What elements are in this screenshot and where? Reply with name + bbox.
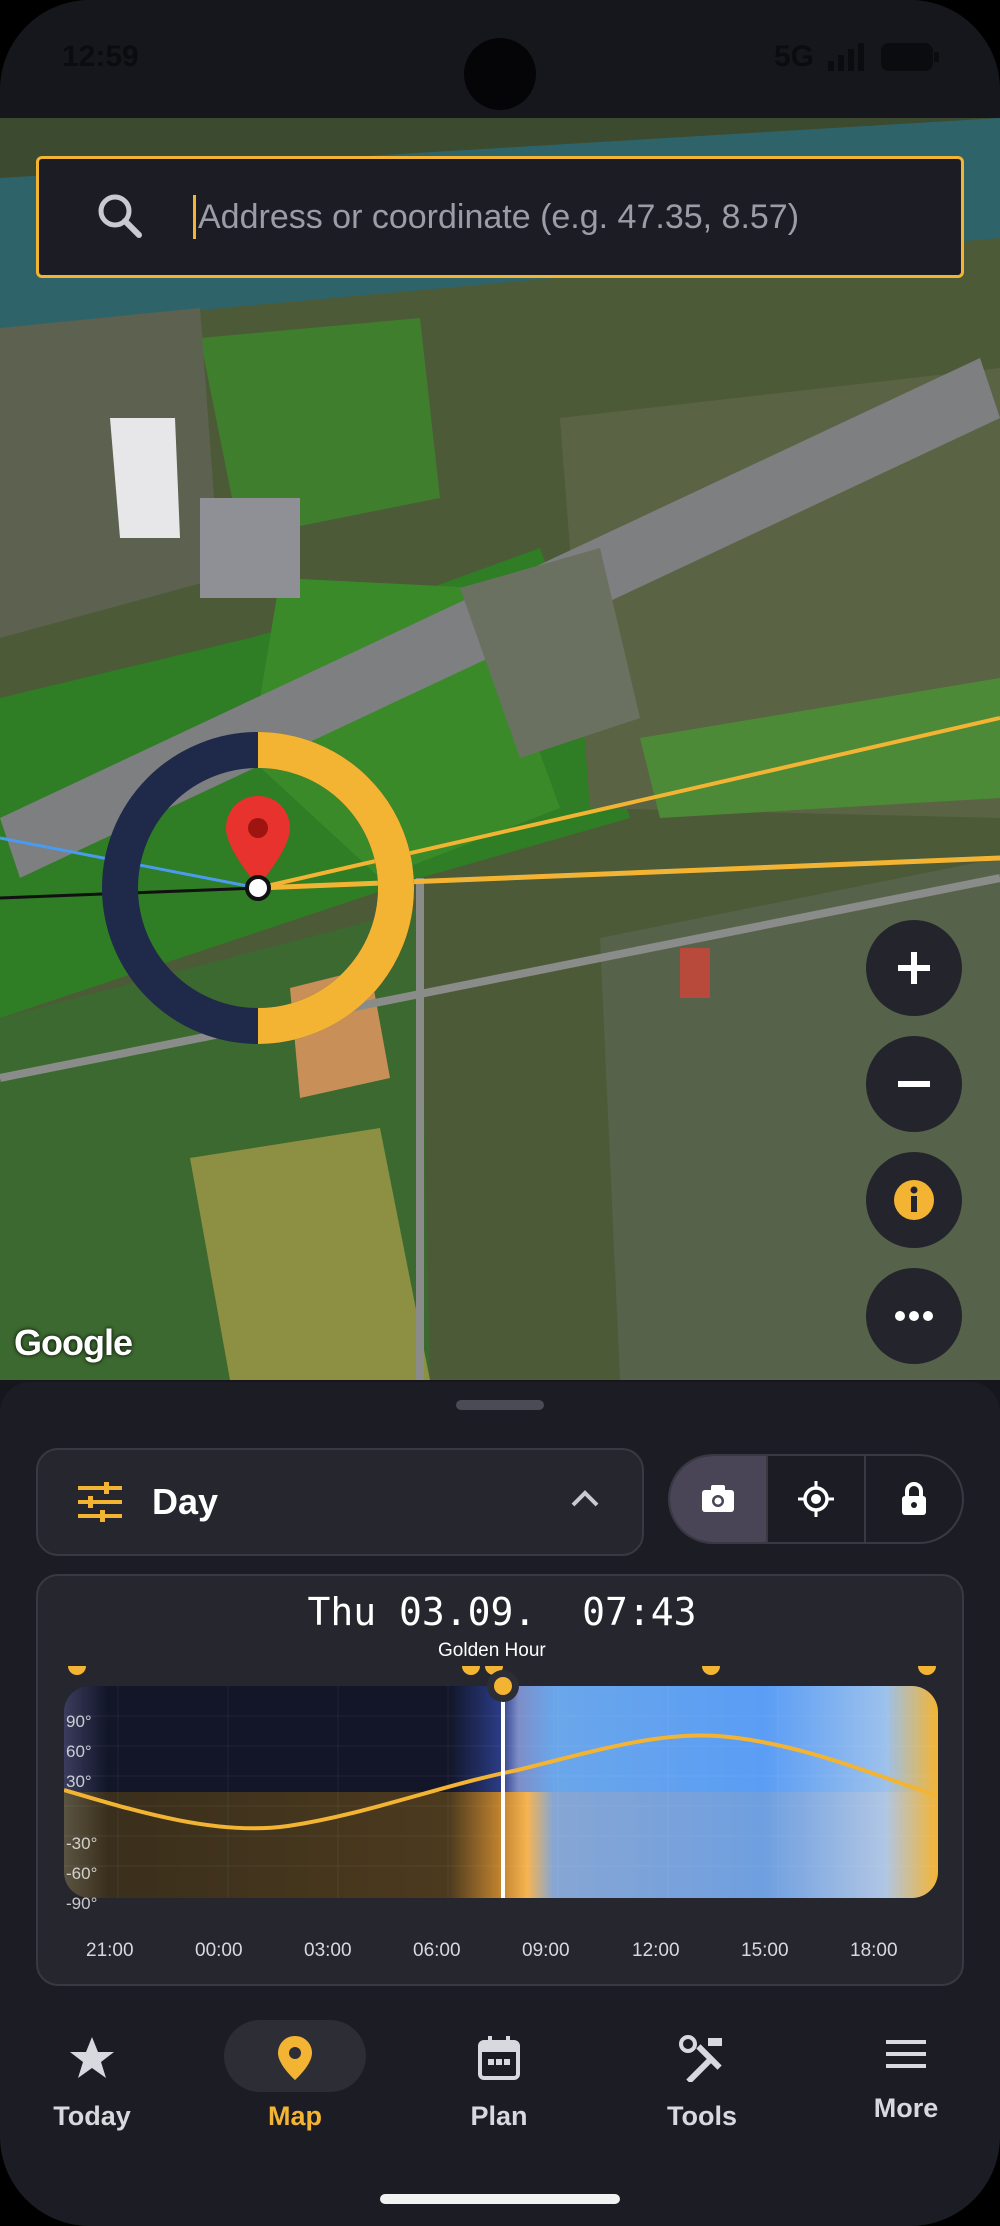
timeline-date: Thu 03.09.	[307, 1590, 537, 1634]
status-icons: 5G	[774, 40, 940, 74]
time-tick: 12:00	[632, 1940, 680, 1961]
crosshair-icon	[798, 1481, 834, 1517]
map-imagery	[0, 118, 1000, 1380]
nav-item-tools[interactable]: Tools	[612, 2034, 792, 2132]
search-input[interactable]	[198, 197, 958, 237]
nav-label: Plan	[470, 2101, 528, 2131]
sun-timeline-card: Thu 03.09. 07:43 Golden Hour 90° 60° 30°…	[36, 1574, 964, 1986]
mode-label: Day	[152, 1481, 219, 1522]
search-icon	[98, 194, 142, 238]
plus-icon	[898, 952, 930, 984]
zoom-out-button[interactable]	[866, 1036, 962, 1132]
front-camera	[464, 38, 536, 110]
status-time: 12:59	[62, 40, 139, 73]
sliders-icon	[78, 1482, 122, 1522]
text-caret	[193, 195, 196, 239]
time-tick: 03:00	[304, 1940, 352, 1961]
ellipsis-icon	[895, 1311, 933, 1321]
zoom-in-button[interactable]	[866, 920, 962, 1016]
degree-label: -30°	[66, 1834, 98, 1853]
time-tick: 09:00	[522, 1940, 570, 1961]
more-options-button[interactable]	[866, 1268, 962, 1364]
star-icon	[70, 2037, 114, 2078]
event-dot[interactable]	[918, 1666, 936, 1675]
map-center-point	[245, 875, 271, 901]
chevron-up-icon	[571, 1490, 599, 1507]
tools-icon	[679, 2035, 722, 2084]
timeline-time: 07:43	[582, 1590, 697, 1634]
bottom-sheet: Day Thu 03.09. 07:43 Golden Hour 90° 60°…	[0, 1382, 1000, 2022]
home-indicator[interactable]	[380, 2194, 620, 2204]
status-bar: 12:59 5G	[0, 0, 1000, 118]
signal-icon	[828, 43, 864, 71]
degree-label: -60°	[66, 1864, 98, 1883]
time-tick: 15:00	[741, 1940, 789, 1961]
nav-label: Map	[268, 2101, 322, 2131]
nav-item-plan[interactable]: Plan	[409, 2034, 589, 2132]
google-attribution: Google	[14, 1322, 133, 1363]
menu-icon	[886, 2040, 926, 2068]
mode-selector[interactable]: Day	[36, 1448, 644, 1556]
nav-item-today[interactable]: Today	[2, 2034, 182, 2132]
timeline-datetime: Thu 03.09. 07:43	[38, 1590, 966, 1634]
degree-label: 60°	[66, 1742, 92, 1761]
nav-item-map[interactable]: Map	[205, 2034, 385, 2132]
lock-mode-button[interactable]	[866, 1456, 962, 1542]
time-tick: 00:00	[195, 1940, 243, 1961]
camera-icon	[702, 1485, 734, 1512]
time-tick: 06:00	[413, 1940, 461, 1961]
minus-icon	[898, 1081, 930, 1087]
sheet-drag-handle[interactable]	[456, 1400, 544, 1410]
nav-label: Today	[53, 2101, 131, 2131]
event-label: Golden Hour	[438, 1640, 546, 1661]
degree-label: -90°	[66, 1894, 98, 1913]
camera-mode-button[interactable]	[670, 1456, 768, 1542]
degree-label: 90°	[66, 1712, 92, 1731]
nav-item-more[interactable]: More	[816, 2034, 996, 2124]
nav-label: Tools	[667, 2101, 737, 2131]
view-mode-toggle	[668, 1454, 964, 1544]
degree-label: 30°	[66, 1772, 92, 1791]
info-icon	[894, 1180, 934, 1220]
event-dot[interactable]	[68, 1666, 86, 1675]
info-button[interactable]	[866, 1152, 962, 1248]
search-bar[interactable]	[36, 156, 964, 278]
event-dot[interactable]	[702, 1666, 720, 1675]
lock-icon	[902, 1482, 926, 1515]
satellite-map[interactable]	[0, 118, 1000, 1380]
network-label: 5G	[773, 40, 814, 73]
battery-icon	[881, 43, 939, 71]
locate-mode-button[interactable]	[768, 1456, 866, 1542]
nav-label: More	[873, 2093, 939, 2123]
bottom-navigation: Today Map Plan Tools More	[0, 2004, 1000, 2226]
sun-elevation-graph[interactable]	[38, 1666, 966, 1946]
map-pin-icon	[278, 2036, 312, 2080]
calendar-icon	[478, 2036, 520, 2080]
time-tick: 18:00	[850, 1940, 898, 1961]
event-dot[interactable]	[462, 1666, 480, 1675]
time-tick: 21:00	[86, 1940, 134, 1961]
phone-screen: 12:59 5G Address or coordinate (e.g. 47.…	[0, 0, 1000, 2226]
